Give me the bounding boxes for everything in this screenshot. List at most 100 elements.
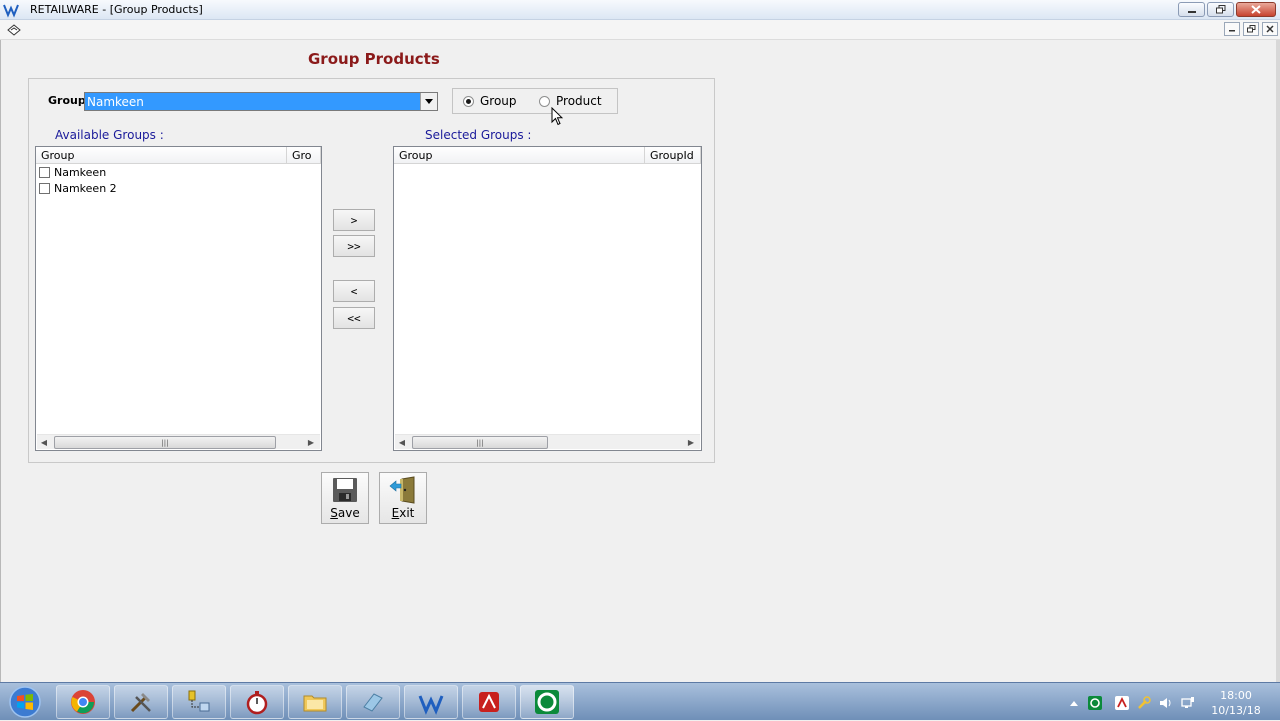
mouse-cursor-icon (551, 107, 563, 126)
taskbar-explorer[interactable] (288, 685, 342, 719)
stopwatch-icon (246, 691, 268, 715)
scroll-left-icon[interactable]: ◀ (40, 438, 48, 447)
camtasia-icon (535, 690, 559, 714)
dropdown-arrow-button[interactable] (420, 93, 437, 110)
radio-product-dot[interactable] (539, 95, 550, 107)
group-dropdown[interactable]: Namkeen (84, 92, 438, 111)
add-all-button[interactable]: >> (333, 235, 375, 257)
group-dropdown-value: Namkeen (87, 95, 144, 109)
scroll-right-icon[interactable]: ▶ (687, 438, 695, 447)
restore-icon (1246, 25, 1255, 33)
tray-tools[interactable] (1136, 695, 1152, 711)
tray-acrobat[interactable] (1114, 695, 1130, 711)
radio-product-label: Product (556, 94, 602, 108)
list-item[interactable]: Namkeen (39, 164, 106, 180)
taskbar: 18:00 10/13/18 (0, 682, 1280, 720)
exit-door-icon (389, 476, 415, 504)
close-icon (1266, 25, 1274, 33)
taskbar-camtasia[interactable] (520, 685, 574, 719)
list-item-label: Namkeen 2 (54, 181, 117, 195)
network-icon (188, 690, 210, 712)
save-button[interactable]: Save (321, 472, 369, 524)
available-horizontal-scrollbar[interactable]: ◀ ||| ▶ (37, 434, 320, 449)
exit-button[interactable]: Exit (379, 472, 427, 524)
list-item[interactable]: Namkeen 2 (39, 180, 117, 196)
available-groups-list[interactable]: Group Gro Namkeen Namkeen 2 ◀ ||| ▶ (35, 146, 322, 451)
remove-all-button[interactable]: << (333, 307, 375, 329)
selected-groups-list[interactable]: Group GroupId ◀ ||| ▶ (393, 146, 702, 451)
list-item-checkbox[interactable] (39, 166, 50, 178)
window-controls (1178, 2, 1276, 17)
start-button-icon[interactable] (6, 685, 44, 719)
column-header-groupid[interactable]: Gro (287, 147, 321, 164)
selected-groups-header: Group GroupId (394, 147, 701, 164)
save-mnemonic: S (330, 506, 338, 520)
page-title: Group Products (308, 50, 440, 68)
available-groups-header: Group Gro (36, 147, 321, 164)
taskbar-network[interactable] (172, 685, 226, 719)
add-one-button[interactable]: > (333, 209, 375, 231)
tray-volume[interactable] (1158, 695, 1174, 711)
scroll-thumb[interactable]: ||| (54, 436, 276, 449)
show-hidden-icons-button[interactable] (1066, 695, 1082, 711)
taskbar-eraser-app[interactable] (346, 685, 400, 719)
speaker-icon (1160, 698, 1171, 708)
chevron-up-icon (1070, 700, 1078, 706)
list-item-checkbox[interactable] (39, 182, 50, 194)
remove-one-button[interactable]: < (333, 280, 375, 302)
acrobat-icon (479, 692, 499, 712)
column-header-groupid[interactable]: GroupId (645, 147, 701, 164)
exit-label: Exit (392, 506, 415, 520)
tray-network[interactable] (1180, 695, 1196, 711)
child-window-icon[interactable] (6, 22, 22, 38)
clock-date: 10/13/18 (1211, 704, 1261, 717)
retailware-app-icon[interactable] (3, 2, 19, 18)
taskbar-chrome[interactable] (56, 685, 110, 719)
close-button[interactable] (1236, 2, 1276, 17)
exit-label-rest: xit (399, 506, 415, 520)
child-restore-button[interactable] (1243, 22, 1259, 36)
radio-group-dot[interactable] (463, 95, 474, 107)
child-close-button[interactable] (1262, 22, 1278, 36)
minimize-icon (1229, 30, 1235, 32)
scroll-thumb[interactable]: ||| (412, 436, 548, 449)
child-window-controls (1224, 22, 1278, 36)
title-bar: RETAILWARE - [Group Products] (0, 0, 1280, 20)
taskbar-acrobat[interactable] (462, 685, 516, 719)
taskbar-tools[interactable] (114, 685, 168, 719)
mode-radio-group: Group Product (452, 88, 618, 114)
network-tray-icon (1181, 697, 1194, 708)
taskbar-stopwatch[interactable] (230, 685, 284, 719)
taskbar-retailware[interactable] (404, 685, 458, 719)
minimize-button[interactable] (1178, 2, 1205, 17)
mdi-menu-strip (0, 20, 1280, 40)
tray-camtasia[interactable] (1087, 695, 1103, 711)
save-label-rest: ave (337, 506, 360, 520)
floppy-disk-icon (333, 478, 357, 502)
list-item-label: Namkeen (54, 165, 107, 179)
window-title: RETAILWARE - [Group Products] (30, 3, 203, 16)
minimize-icon (1187, 10, 1196, 13)
child-minimize-button[interactable] (1224, 22, 1240, 36)
camtasia-tray-icon (1088, 696, 1102, 710)
restore-icon (1215, 5, 1225, 14)
radio-group-label: Group (480, 94, 517, 108)
chrome-icon (71, 690, 95, 714)
save-label: Save (330, 506, 359, 520)
restore-button[interactable] (1207, 2, 1234, 17)
retailware-icon (418, 695, 444, 715)
taskbar-clock[interactable]: 18:00 10/13/18 (1208, 688, 1264, 718)
group-label: Group (48, 94, 86, 107)
radio-product-option[interactable]: Product (539, 94, 602, 108)
scroll-left-icon[interactable]: ◀ (398, 438, 406, 447)
radio-group-option[interactable]: Group (463, 94, 517, 108)
scroll-right-icon[interactable]: ▶ (307, 438, 315, 447)
chevron-down-icon (425, 99, 433, 104)
wrench-tray-icon (1138, 696, 1151, 709)
column-header-group[interactable]: Group (36, 147, 287, 164)
column-header-group[interactable]: Group (394, 147, 645, 164)
close-icon (1251, 5, 1261, 14)
eraser-icon (363, 693, 383, 712)
acrobat-tray-icon (1115, 696, 1129, 710)
selected-horizontal-scrollbar[interactable]: ◀ ||| ▶ (395, 434, 700, 449)
